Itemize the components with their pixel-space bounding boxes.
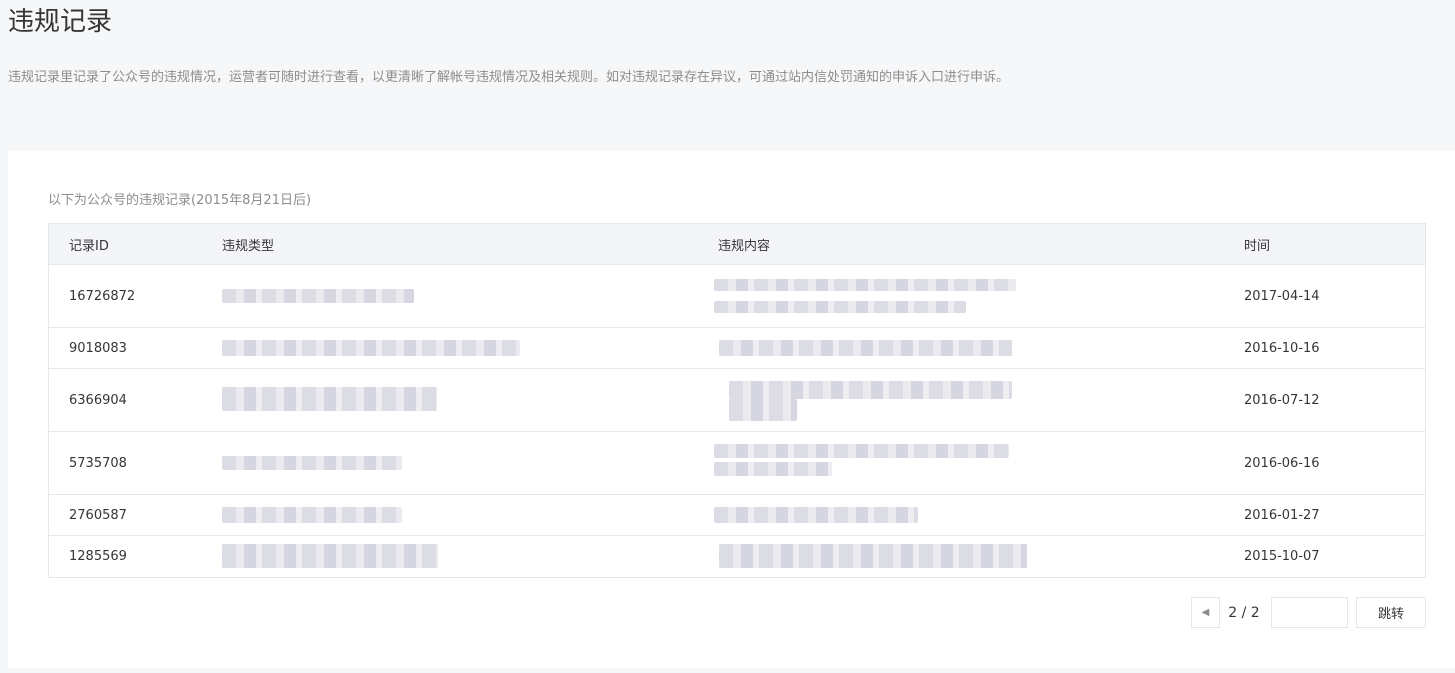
redacted-type (222, 456, 402, 470)
table-row: 6366904 2016-07-12 (49, 369, 1425, 432)
record-time: 2016-10-16 (1244, 340, 1320, 356)
page-indicator: 2 / 2 (1228, 604, 1260, 621)
record-id: 2760587 (69, 507, 127, 523)
redacted-content (719, 544, 1027, 568)
records-card: 以下为公众号的违规记录(2015年8月21日后) 记录ID 违规类型 违规内容 … (8, 151, 1455, 668)
record-id: 1285569 (69, 549, 127, 564)
redacted-content (729, 381, 1012, 399)
table-row: 5735708 2016-06-16 (49, 432, 1425, 495)
records-subtitle: 以下为公众号的违规记录(2015年8月21日后) (48, 193, 312, 208)
jump-button[interactable]: 跳转 (1356, 597, 1426, 628)
prev-page-button[interactable]: ◀ (1191, 597, 1220, 628)
record-time: 2016-01-27 (1244, 507, 1320, 523)
table-row: 9018083 2016-10-16 (49, 328, 1425, 369)
record-id: 9018083 (69, 340, 127, 356)
table-row: 2760587 2016-01-27 (49, 495, 1425, 536)
page-title: 违规记录 (8, 7, 113, 37)
record-time: 2015-10-07 (1244, 549, 1320, 564)
record-id: 16726872 (69, 288, 136, 304)
page-description: 违规记录里记录了公众号的违规情况，运营者可随时进行查看，以更清晰了解帐号违规情况… (8, 70, 1010, 85)
records-table: 记录ID 违规类型 违规内容 时间 16726872 2017-04-14 90… (48, 223, 1426, 578)
table-header: 记录ID 违规类型 违规内容 时间 (49, 224, 1425, 265)
redacted-type (222, 289, 414, 303)
redacted-type (222, 544, 438, 568)
column-header-id: 记录ID (69, 238, 109, 254)
redacted-content (714, 462, 832, 476)
jump-page-input[interactable] (1271, 597, 1348, 628)
redacted-content (729, 399, 797, 421)
column-header-content: 违规内容 (718, 238, 771, 254)
column-header-time: 时间 (1244, 238, 1271, 254)
record-time: 2016-07-12 (1244, 392, 1320, 408)
redacted-content (719, 340, 1012, 356)
table-row: 1285569 2015-10-07 (49, 536, 1425, 577)
redacted-content (714, 301, 966, 313)
record-time: 2017-04-14 (1244, 288, 1320, 304)
table-row: 16726872 2017-04-14 (49, 265, 1425, 328)
redacted-type (222, 340, 520, 356)
caret-left-icon: ◀ (1201, 607, 1210, 618)
record-id: 5735708 (69, 455, 127, 471)
column-header-type: 违规类型 (222, 238, 275, 254)
redacted-content (714, 507, 918, 523)
redacted-content (714, 444, 1009, 458)
redacted-content (714, 279, 1016, 291)
redacted-type (222, 387, 437, 411)
record-time: 2016-06-16 (1244, 455, 1320, 471)
redacted-type (222, 507, 402, 523)
record-id: 6366904 (69, 392, 127, 408)
